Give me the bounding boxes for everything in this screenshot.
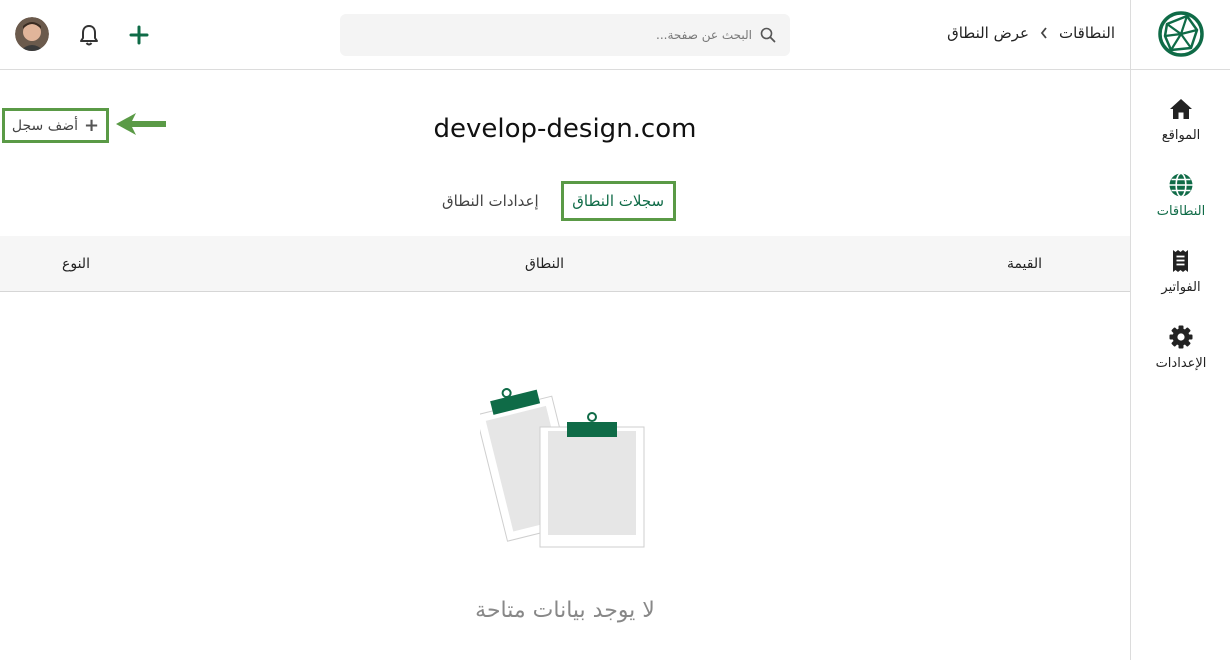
search-bar <box>340 14 790 56</box>
tab-bar: سجلات النطاق إعدادات النطاق <box>442 181 676 221</box>
sidebar-item-sites[interactable]: المواقع <box>1131 94 1230 160</box>
sidebar-item-label: المواقع <box>1161 128 1201 143</box>
column-header-type[interactable]: النوع <box>62 256 90 272</box>
top-bar: النطاقات عرض النطاق <box>0 0 1130 70</box>
sidebar-item-label: النطاقات <box>1156 204 1206 219</box>
column-header-value[interactable]: القيمة <box>1007 256 1042 272</box>
empty-clipboards-illustration <box>480 388 645 548</box>
gear-icon <box>1169 325 1193 349</box>
user-avatar[interactable] <box>15 17 49 51</box>
chevron-left-icon <box>1040 27 1047 39</box>
sidebar-item-settings[interactable]: الإعدادات <box>1131 322 1230 388</box>
add-new-plus-icon[interactable] <box>125 21 153 49</box>
sidebar: المواقع النطاقات الفواتير الإعدادات <box>1130 0 1230 660</box>
globe-icon <box>1169 172 1193 198</box>
column-header-domain[interactable]: النطاق <box>525 256 564 272</box>
brand-logo[interactable] <box>1157 10 1205 58</box>
table-header: القيمة النطاق النوع <box>0 236 1130 292</box>
tab-domain-settings[interactable]: إعدادات النطاق <box>442 192 539 210</box>
search-icon <box>760 27 776 43</box>
breadcrumb-view-domain: عرض النطاق <box>947 24 1029 42</box>
search-input[interactable] <box>372 28 752 42</box>
sidebar-item-label: الفواتير <box>1161 280 1201 295</box>
breadcrumb: النطاقات عرض النطاق <box>947 24 1115 42</box>
sidebar-item-label: الإعدادات <box>1155 356 1207 371</box>
receipt-icon <box>1173 250 1188 272</box>
sidebar-divider <box>1131 69 1230 70</box>
page-title: develop-design.com <box>433 114 697 144</box>
breadcrumb-domains[interactable]: النطاقات <box>1059 24 1115 42</box>
sidebar-item-domains[interactable]: النطاقات <box>1131 170 1230 236</box>
notifications-bell-icon[interactable] <box>75 21 103 49</box>
empty-state-text: لا يوجد بيانات متاحة <box>475 598 655 623</box>
tab-domain-records[interactable]: سجلات النطاق <box>560 181 676 221</box>
home-icon <box>1170 99 1192 119</box>
sidebar-item-invoices[interactable]: الفواتير <box>1131 246 1230 312</box>
